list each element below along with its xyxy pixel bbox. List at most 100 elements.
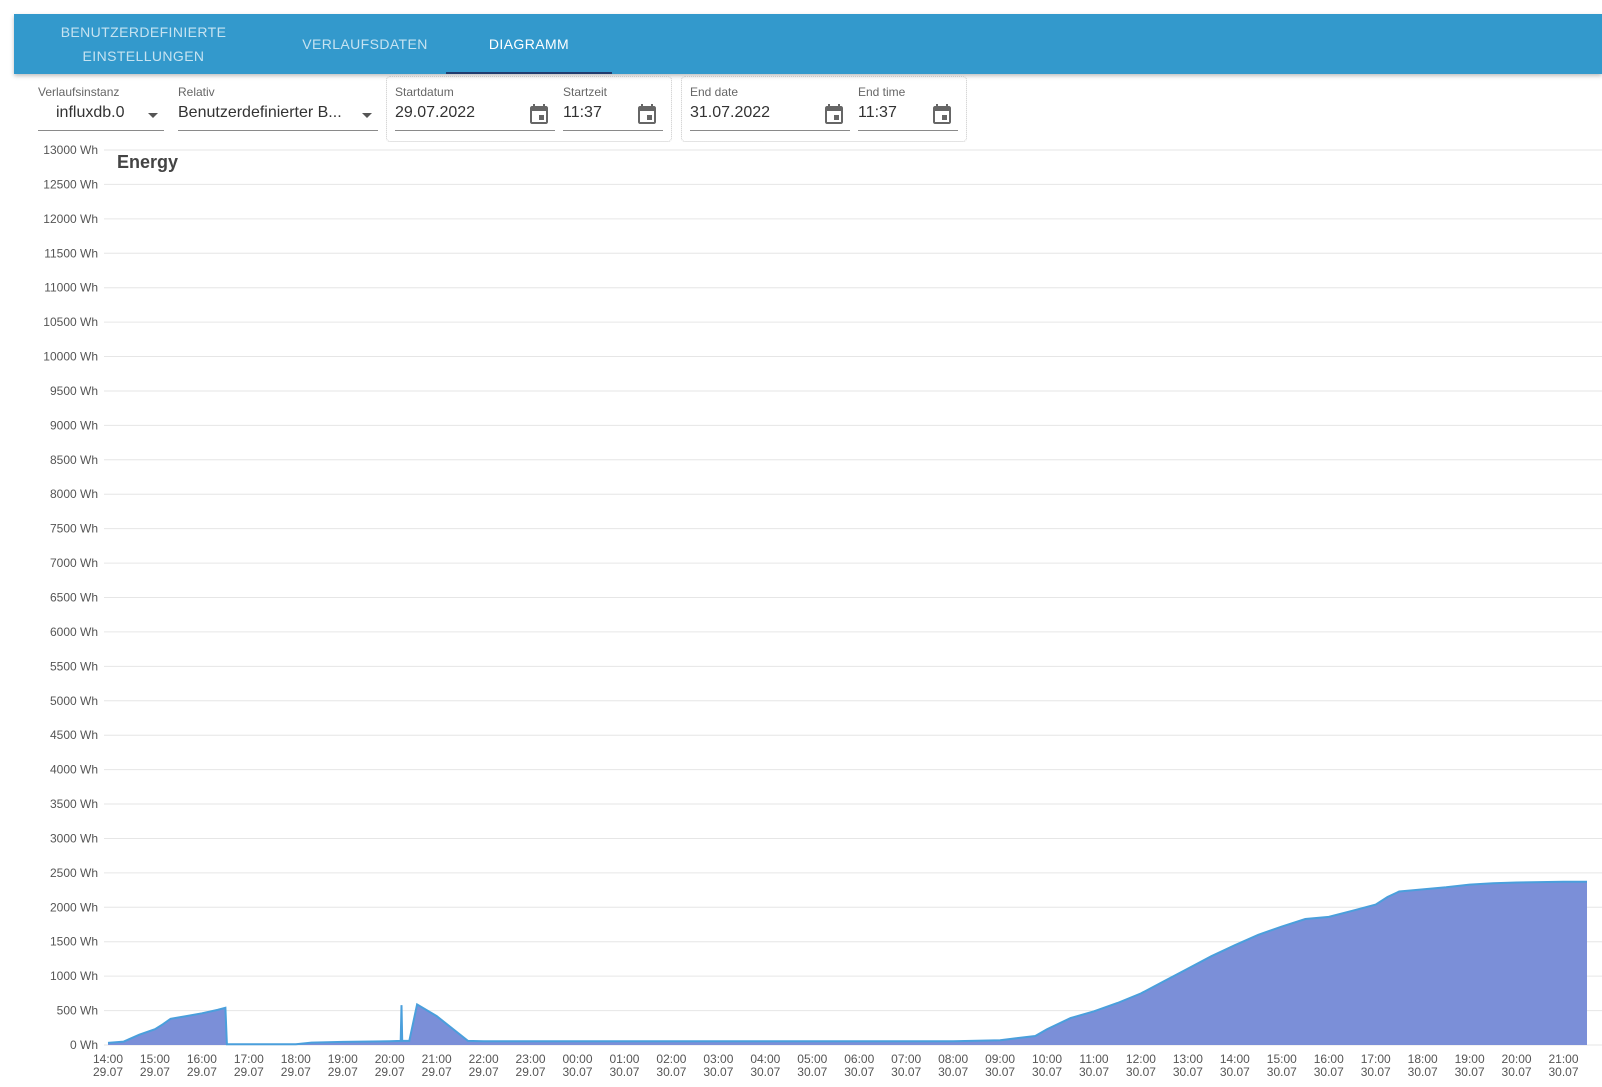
y-tick-label: 12000 Wh — [43, 212, 98, 226]
x-tick-time: 02:00 — [656, 1052, 686, 1066]
x-tick-date: 29.07 — [516, 1065, 546, 1079]
x-tick-date: 30.07 — [844, 1065, 874, 1079]
x-tick-time: 16:00 — [187, 1052, 217, 1066]
relative-select-label: Relativ — [178, 85, 215, 99]
x-tick-date: 30.07 — [1549, 1065, 1579, 1079]
active-tab-indicator — [446, 72, 612, 74]
tab-custom-settings[interactable]: BENUTZERDEFINIERTE EINSTELLUNGEN — [52, 14, 235, 74]
x-tick-date: 29.07 — [234, 1065, 264, 1079]
y-tick-label: 4000 Wh — [50, 763, 98, 777]
y-tick-label: 4500 Wh — [50, 728, 98, 742]
y-tick-label: 12500 Wh — [43, 177, 98, 191]
x-axis-labels: 14:0029.0715:0029.0716:0029.0717:0029.07… — [93, 1052, 1579, 1079]
x-tick-time: 04:00 — [750, 1052, 780, 1066]
start-time-field[interactable]: Startzeit 11:37 — [563, 85, 663, 133]
x-tick-time: 10:00 — [1032, 1052, 1062, 1066]
y-tick-label: 3000 Wh — [50, 831, 98, 845]
x-tick-time: 21:00 — [422, 1052, 452, 1066]
tab-bar: BENUTZERDEFINIERTE EINSTELLUNGEN VERLAUF… — [14, 14, 1602, 74]
tab-history-data[interactable]: VERLAUFSDATEN — [284, 14, 446, 74]
x-tick-time: 19:00 — [328, 1052, 358, 1066]
x-tick-date: 30.07 — [797, 1065, 827, 1079]
start-time-label: Startzeit — [563, 85, 608, 99]
y-tick-label: 10500 Wh — [43, 315, 98, 329]
x-tick-date: 30.07 — [1220, 1065, 1250, 1079]
tab-chart[interactable]: DIAGRAMM — [446, 14, 612, 74]
end-time-value: 11:37 — [858, 104, 897, 121]
x-tick-date: 30.07 — [563, 1065, 593, 1079]
y-axis-labels: 0 Wh 500 Wh 1000 Wh 1500 Wh 2000 Wh 2500 Wh 30… — [43, 143, 98, 1052]
x-tick-time: 17:00 — [234, 1052, 264, 1066]
end-date-underline — [690, 130, 850, 131]
x-tick-date: 30.07 — [1079, 1065, 1109, 1079]
calendar-icon[interactable] — [527, 102, 551, 126]
x-tick-time: 08:00 — [938, 1052, 968, 1066]
x-tick-time: 15:00 — [140, 1052, 170, 1066]
x-tick-date: 30.07 — [609, 1065, 639, 1079]
y-tick-label: 5500 Wh — [50, 659, 98, 673]
x-tick-time: 17:00 — [1361, 1052, 1391, 1066]
x-tick-date: 30.07 — [1032, 1065, 1062, 1079]
x-tick-time: 11:00 — [1079, 1052, 1108, 1066]
x-tick-date: 30.07 — [1267, 1065, 1297, 1079]
x-tick-date: 30.07 — [1502, 1065, 1532, 1079]
instance-select[interactable]: Verlaufsinstanz influxdb.0 — [38, 85, 164, 133]
x-tick-date: 29.07 — [140, 1065, 170, 1079]
energy-chart[interactable]: 0 Wh 500 Wh 1000 Wh 1500 Wh 2000 Wh 2500 Wh 30… — [0, 140, 1602, 1087]
x-tick-time: 03:00 — [703, 1052, 733, 1066]
x-tick-time: 21:00 — [1549, 1052, 1579, 1066]
x-tick-time: 12:00 — [1126, 1052, 1156, 1066]
chevron-down-icon — [148, 113, 158, 118]
tab-history-data-label: VERLAUFSDATEN — [302, 36, 428, 52]
x-tick-date: 30.07 — [1361, 1065, 1391, 1079]
tab-custom-settings-label-line1: BENUTZERDEFINIERTE — [60, 24, 227, 40]
x-tick-date: 30.07 — [1314, 1065, 1344, 1079]
end-date-label: End date — [690, 85, 739, 99]
end-time-underline — [858, 130, 958, 131]
x-tick-date: 30.07 — [1455, 1065, 1485, 1079]
y-tick-label: 6500 Wh — [50, 591, 98, 605]
y-tick-label: 11000 Wh — [44, 281, 98, 295]
y-tick-label: 8000 Wh — [50, 487, 98, 501]
x-tick-time: 22:00 — [469, 1052, 499, 1066]
x-tick-time: 00:00 — [563, 1052, 593, 1066]
end-date-field[interactable]: End date 31.07.2022 — [690, 85, 850, 133]
y-tick-label: 1000 Wh — [50, 969, 98, 983]
instance-select-value: influxdb.0 — [56, 104, 125, 121]
x-tick-time: 20:00 — [375, 1052, 405, 1066]
y-tick-label: 2000 Wh — [50, 900, 98, 914]
instance-select-underline — [38, 130, 164, 131]
x-tick-time: 06:00 — [844, 1052, 874, 1066]
end-date-value: 31.07.2022 — [690, 104, 771, 121]
y-tick-label: 8500 Wh — [50, 453, 98, 467]
calendar-icon[interactable] — [930, 102, 954, 126]
x-tick-date: 30.07 — [656, 1065, 686, 1079]
start-date-label: Startdatum — [395, 85, 454, 99]
tab-custom-settings-label-line2: EINSTELLUNGEN — [82, 48, 205, 64]
x-tick-time: 15:00 — [1267, 1052, 1297, 1066]
x-tick-date: 29.07 — [469, 1065, 499, 1079]
y-tick-label: 5000 Wh — [50, 694, 98, 708]
y-tick-label: 7500 Wh — [50, 522, 98, 536]
chevron-down-icon — [362, 113, 372, 118]
x-tick-date: 30.07 — [985, 1065, 1015, 1079]
x-tick-date: 30.07 — [703, 1065, 733, 1079]
y-tick-label: 10000 Wh — [43, 350, 98, 364]
x-tick-date: 29.07 — [187, 1065, 217, 1079]
y-tick-label: 500 Wh — [57, 1004, 98, 1018]
start-time-value: 11:37 — [563, 104, 602, 121]
y-tick-label: 1500 Wh — [50, 935, 98, 949]
x-tick-time: 18:00 — [281, 1052, 311, 1066]
start-date-field[interactable]: Startdatum 29.07.2022 — [395, 85, 555, 133]
relative-select[interactable]: Relativ Benutzerdefinierter B... — [178, 85, 378, 133]
x-tick-date: 30.07 — [1173, 1065, 1203, 1079]
calendar-icon[interactable] — [635, 102, 659, 126]
x-tick-date: 29.07 — [281, 1065, 311, 1079]
x-tick-date: 30.07 — [1408, 1065, 1438, 1079]
y-tick-label: 2500 Wh — [50, 866, 98, 880]
end-time-field[interactable]: End time 11:37 — [858, 85, 958, 133]
x-tick-date: 29.07 — [328, 1065, 358, 1079]
x-tick-time: 14:00 — [1220, 1052, 1250, 1066]
x-tick-date: 29.07 — [93, 1065, 123, 1079]
calendar-icon[interactable] — [822, 102, 846, 126]
